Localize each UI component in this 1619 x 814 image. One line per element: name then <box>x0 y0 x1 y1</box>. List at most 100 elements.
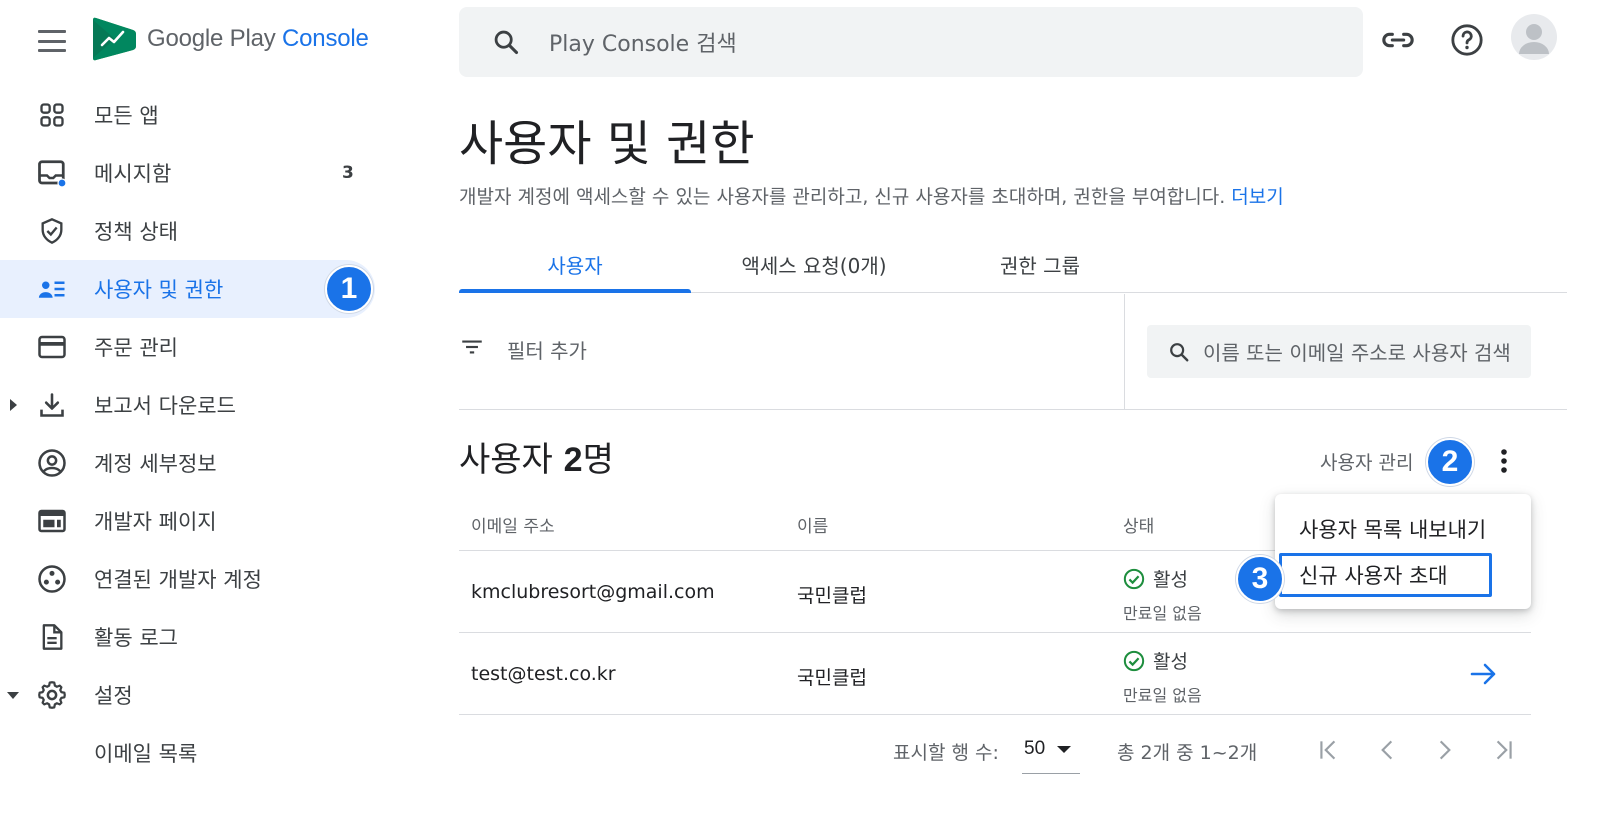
sidebar-item-settings[interactable]: 설정 <box>0 666 390 724</box>
menu-icon[interactable] <box>38 30 66 52</box>
tab-bar: 사용자 액세스 요청(0개) 권한 그룹 <box>459 236 1567 293</box>
play-console-logo[interactable]: Google Play Console <box>93 16 369 62</box>
sidebar-item-label: 활동 로그 <box>94 626 178 650</box>
dropdown-arrow-icon <box>1057 746 1072 753</box>
sidebar-item-label: 보고서 다운로드 <box>94 394 236 418</box>
caret-down-icon[interactable] <box>6 688 20 702</box>
global-search-input[interactable]: Play Console 검색 <box>549 26 737 58</box>
link-icon[interactable] <box>1380 22 1416 58</box>
invite-highlight-box <box>1279 553 1492 597</box>
first-page-icon[interactable] <box>1313 734 1345 766</box>
expiry-label: 만료일 없음 <box>1123 604 1202 623</box>
sidebar-item-label: 정책 상태 <box>94 220 178 244</box>
download-icon <box>36 389 68 421</box>
account-avatar[interactable] <box>1511 14 1557 60</box>
linked-accounts-icon <box>36 563 68 595</box>
sidebar-item-download-reports[interactable]: 보고서 다운로드 <box>0 376 390 434</box>
sidebar-item-label: 계정 세부정보 <box>94 452 217 476</box>
page-description: 개발자 계정에 액세스할 수 있는 사용자를 관리하고, 신규 사용자를 초대하… <box>459 186 1284 208</box>
active-tab-indicator <box>459 289 691 293</box>
sidebar-item-all-apps[interactable]: 모든 앱 <box>0 86 390 144</box>
inbox-count-badge: 3 <box>342 163 354 183</box>
sidebar-item-inbox[interactable]: 메시지함 3 <box>0 144 390 202</box>
arrow-right-icon[interactable] <box>1469 659 1499 689</box>
rows-per-page-value: 50 <box>1024 738 1046 759</box>
filter-divider <box>1124 294 1125 410</box>
check-circle-icon <box>1123 568 1145 590</box>
learn-more-link[interactable]: 더보기 <box>1231 186 1283 208</box>
step-2-badge: 2 <box>1426 438 1474 486</box>
more-vert-icon <box>1501 449 1507 473</box>
credit-card-icon <box>36 331 68 363</box>
column-header-email[interactable]: 이메일 주소 <box>471 512 555 537</box>
sidebar-item-activity-log[interactable]: 활동 로그 <box>0 608 390 666</box>
users-count-heading: 사용자 2명 <box>459 440 614 480</box>
user-actions-menu: 사용자 목록 내보내기 신규 사용자 초대 <box>1275 494 1531 609</box>
web-page-icon <box>36 505 68 537</box>
user-search-input[interactable]: 이름 또는 이메일 주소로 사용자 검색 <box>1203 337 1513 366</box>
search-icon <box>1167 340 1191 364</box>
status-label: 활성 <box>1153 651 1188 673</box>
export-users-menu-item[interactable]: 사용자 목록 내보내기 <box>1299 514 1486 544</box>
last-page-icon[interactable] <box>1487 734 1519 766</box>
shield-check-icon <box>36 215 68 247</box>
sidebar-item-account-details[interactable]: 계정 세부정보 <box>0 434 390 492</box>
play-console-logo-icon <box>93 17 136 61</box>
sidebar-item-users-permissions[interactable]: 사용자 및 권한 <box>0 260 375 318</box>
search-icon <box>491 27 521 57</box>
add-filter-label: 필터 추가 <box>507 338 587 363</box>
filter-icon <box>459 334 485 364</box>
user-search-field[interactable]: 이름 또는 이메일 주소로 사용자 검색 <box>1147 325 1531 378</box>
caret-right-icon[interactable] <box>6 398 20 412</box>
user-email: kmclubresort@gmail.com <box>471 581 715 603</box>
table-row[interactable]: test@test.co.kr 국민클럽 활성 만료일 없음 <box>459 633 1531 715</box>
users-list-icon <box>36 273 68 305</box>
tab-access-requests[interactable]: 액세스 요청(0개) <box>691 236 937 293</box>
gear-icon <box>36 679 68 711</box>
sidebar-item-label: 사용자 및 권한 <box>94 278 224 302</box>
sidebar-item-label: 개발자 페이지 <box>94 510 217 534</box>
sidebar-item-linked-accounts[interactable]: 연결된 개발자 계정 <box>0 550 390 608</box>
sidebar-item-order-management[interactable]: 주문 관리 <box>0 318 390 376</box>
page-title: 사용자 및 권한 <box>459 116 755 172</box>
user-status: 활성 만료일 없음 <box>1123 565 1202 624</box>
sidebar-item-label: 이메일 목록 <box>94 742 198 766</box>
step-3-badge: 3 <box>1236 555 1284 603</box>
column-header-name[interactable]: 이름 <box>797 512 828 537</box>
user-email: test@test.co.kr <box>471 663 616 685</box>
check-circle-icon <box>1123 650 1145 672</box>
rows-per-page-select[interactable]: 50 <box>1022 734 1080 774</box>
sidebar-item-label: 모든 앱 <box>94 104 159 128</box>
manage-users-label: 사용자 관리 <box>1320 452 1414 474</box>
status-label: 활성 <box>1153 569 1188 591</box>
previous-page-icon[interactable] <box>1371 734 1403 766</box>
tab-users[interactable]: 사용자 <box>459 236 691 293</box>
pagination-bar: 표시할 행 수: 50 총 2개 중 1~2개 <box>459 730 1531 774</box>
user-name: 국민클럽 <box>797 585 867 607</box>
inbox-icon <box>36 157 68 189</box>
sidebar-item-email-lists[interactable]: 이메일 목록 <box>0 724 390 782</box>
document-icon <box>36 621 68 653</box>
apps-grid-icon <box>36 99 68 131</box>
sidebar-item-developer-page[interactable]: 개발자 페이지 <box>0 492 390 550</box>
account-circle-icon <box>36 447 68 479</box>
expiry-label: 만료일 없음 <box>1123 686 1202 705</box>
sidebar-item-label: 주문 관리 <box>94 336 178 360</box>
sidebar-nav: 모든 앱 메시지함 3 정책 상태 사용자 및 권한 주문 관리 보고서 다운로… <box>0 86 390 782</box>
sidebar-item-policy-status[interactable]: 정책 상태 <box>0 202 390 260</box>
sidebar-item-label: 연결된 개발자 계정 <box>94 568 262 592</box>
filter-toolbar: 필터 추가 이름 또는 이메일 주소로 사용자 검색 <box>459 294 1567 410</box>
help-icon[interactable] <box>1449 22 1485 58</box>
sidebar-item-label: 메시지함 <box>94 162 172 186</box>
step-1-badge: 1 <box>325 265 373 313</box>
sidebar-item-label: 설정 <box>94 684 133 708</box>
page-range-label: 총 2개 중 1~2개 <box>1117 742 1258 764</box>
user-status: 활성 만료일 없음 <box>1123 647 1202 706</box>
add-filter-button[interactable]: 필터 추가 <box>459 334 587 364</box>
next-page-icon[interactable] <box>1429 734 1461 766</box>
column-header-status[interactable]: 상태 <box>1123 512 1154 537</box>
tab-permission-groups[interactable]: 권한 그룹 <box>937 236 1143 293</box>
more-options-button[interactable] <box>1488 444 1520 478</box>
rows-per-page-label: 표시할 행 수: <box>893 742 999 764</box>
global-search-bar[interactable]: Play Console 검색 <box>459 7 1363 77</box>
